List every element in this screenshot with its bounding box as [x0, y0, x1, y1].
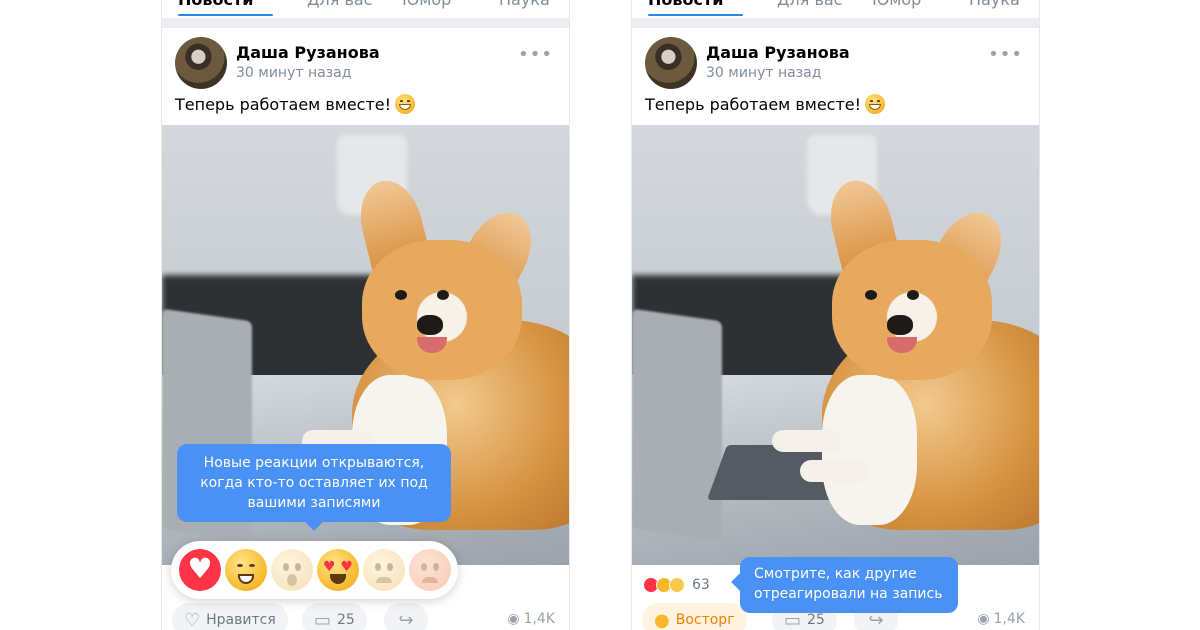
angry-icon[interactable] [409, 549, 451, 591]
views-count: 1,4K [523, 611, 555, 627]
comment-icon: ▭ [314, 609, 332, 630]
grin-emoji-icon [395, 94, 416, 114]
heart-outline-icon: ♡ [184, 609, 201, 630]
reaction-label: Восторг [675, 612, 735, 628]
feed-tabs: Новости Для вас Юмор Наука [162, 0, 569, 18]
post-text: Теперь работаем вместе! [175, 94, 416, 114]
views: ◉ 1,4K [977, 611, 1025, 627]
tab-for-you[interactable]: Для вас [307, 0, 372, 9]
tooltip-text: Новые реакции открываются, когда кто-то … [200, 455, 428, 511]
comments-button[interactable]: ▭ 25 [302, 603, 367, 630]
avatar[interactable] [645, 37, 697, 89]
more-icon[interactable]: ••• [988, 44, 1023, 65]
post-author[interactable]: Даша Рузанова [706, 43, 850, 62]
reaction-button[interactable]: ● Восторг [642, 603, 747, 630]
eye-icon: ◉ [977, 611, 990, 627]
wow-icon [669, 577, 685, 593]
share-button[interactable]: ↪ [384, 603, 428, 630]
post-author[interactable]: Даша Рузанова [236, 43, 380, 62]
section-divider [632, 18, 1039, 28]
feed-screen-left: Новости Для вас Юмор Наука Даша Рузанова… [161, 0, 570, 630]
post-actions: ♡ Нравится ▭ 25 ↪ ◉ 1,4K [162, 603, 569, 630]
feed-screen-right: Новости Для вас Юмор Наука Даша Рузанова… [631, 0, 1040, 630]
grin-emoji-icon [865, 94, 886, 114]
avatar[interactable] [175, 37, 227, 89]
tab-humor[interactable]: Юмор [872, 0, 921, 9]
post-text-label: Теперь работаем вместе! [645, 95, 862, 114]
heart-icon[interactable] [179, 549, 221, 591]
active-tab-indicator [178, 14, 273, 16]
tab-news[interactable]: Новости [178, 0, 253, 9]
reactions-summary[interactable]: 63 [643, 574, 710, 596]
comments-count: 25 [337, 612, 355, 628]
post-time: 30 минут назад [706, 65, 822, 81]
tab-news[interactable]: Новости [648, 0, 723, 9]
post-text-label: Теперь работаем вместе! [175, 95, 392, 114]
tab-science[interactable]: Наука [499, 0, 550, 9]
feed-tabs: Новости Для вас Юмор Наука [632, 0, 1039, 18]
views: ◉ 1,4K [507, 611, 555, 627]
section-divider [162, 18, 569, 28]
tab-for-you[interactable]: Для вас [777, 0, 842, 9]
like-label: Нравится [206, 612, 276, 628]
laugh-icon[interactable] [225, 549, 267, 591]
love-eyes-icon: ● [654, 609, 670, 630]
post-time: 30 минут назад [236, 65, 352, 81]
sad-icon[interactable] [363, 549, 405, 591]
reaction-picker: ♥ ♥ [171, 541, 458, 599]
tab-science[interactable]: Наука [969, 0, 1020, 9]
share-icon: ↪ [398, 609, 414, 630]
new-reactions-tooltip: Новые реакции открываются, когда кто-то … [177, 444, 451, 531]
reactions-count: 63 [692, 577, 710, 593]
love-eyes-icon[interactable]: ♥ ♥ [317, 549, 359, 591]
active-tab-indicator [648, 14, 743, 16]
reactions-hint-tooltip: Смотрите, как другие отреагировали на за… [731, 557, 958, 613]
post-text: Теперь работаем вместе! [645, 94, 886, 114]
wow-icon[interactable] [271, 549, 313, 591]
like-button[interactable]: ♡ Нравится [172, 603, 288, 630]
tab-humor[interactable]: Юмор [402, 0, 451, 9]
post-photo[interactable] [632, 125, 1039, 565]
eye-icon: ◉ [507, 611, 520, 627]
tooltip-text: Смотрите, как другие отреагировали на за… [754, 566, 943, 602]
views-count: 1,4K [993, 611, 1025, 627]
comments-count: 25 [807, 612, 825, 628]
more-icon[interactable]: ••• [518, 44, 553, 65]
